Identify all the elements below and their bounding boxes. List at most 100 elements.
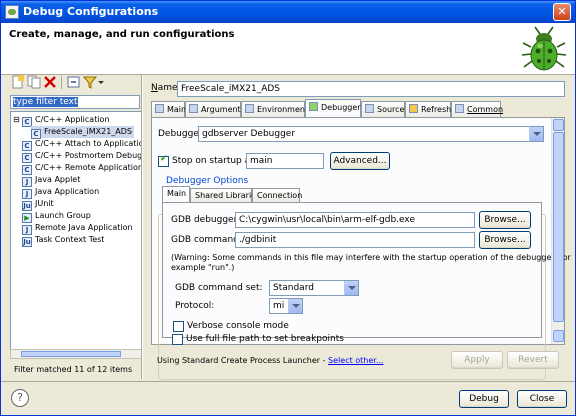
protocol-label: Protocol: <box>175 301 215 311</box>
launch-config-tree[interactable]: ⊟ C C/C++ Application C FreeScale_iMX21_ADS… <box>10 111 142 351</box>
tree-item-label: C/C++ Remote Application <box>35 163 142 172</box>
tree-item-java-application[interactable]: J Java Application <box>22 186 99 199</box>
tree-item-cpp-application[interactable]: ⊟ C C/C++ Application <box>13 114 110 127</box>
tree-item-label: Launch Group <box>35 211 91 220</box>
source-tab-icon <box>365 104 374 113</box>
filter-input[interactable]: type filter text <box>10 95 140 109</box>
debug-bug-icon <box>521 26 567 71</box>
environment-tab-icon <box>245 104 254 113</box>
config-name-input[interactable]: FreeScale_iMX21_ADS <box>177 81 565 97</box>
tree-item-label: FreeScale_iMX21_ADS <box>44 127 132 136</box>
filter-status-text: Filter matched 11 of 12 items <box>14 365 133 374</box>
stop-on-startup-checkbox[interactable] <box>158 154 169 167</box>
tree-item-junit[interactable]: Ju JUnit <box>22 198 54 211</box>
collapse-twisty-icon[interactable]: ⊟ <box>13 114 22 126</box>
select-other-link[interactable]: Select other... <box>328 356 383 365</box>
inner-tab-main[interactable]: Main <box>162 186 190 202</box>
gdb-debugger-input[interactable]: C:\cygwin\usr\local\bin\arm-elf-gdb.exe <box>235 212 475 228</box>
debugger-select[interactable]: gdbserver Debugger <box>198 126 544 142</box>
delete-icon[interactable] <box>43 75 57 89</box>
title-bar[interactable]: Debug Configurations ✕ <box>1 1 575 23</box>
tree-horizontal-scrollbar[interactable] <box>10 349 142 359</box>
tree-item-label: JUnit <box>35 199 54 208</box>
gdb-command-set-label: GDB command set: <box>175 283 263 293</box>
filter-input-text: type filter text <box>13 97 78 107</box>
tree-item-remote-java[interactable]: J Remote Java Application <box>22 222 133 235</box>
filter-icon[interactable] <box>83 75 97 89</box>
advanced-button[interactable]: Advanced... <box>330 152 390 170</box>
dropdown-icon[interactable] <box>97 75 105 89</box>
help-icon[interactable]: ? <box>11 389 29 407</box>
gdb-command-set-select[interactable]: Standard <box>269 280 359 296</box>
common-tab-icon <box>455 104 464 113</box>
duplicate-icon[interactable] <box>27 75 41 89</box>
tree-item-label: Remote Java Application <box>35 223 133 232</box>
dialog-header: Create, manage, and run configurations <box>1 23 575 75</box>
launch-config-list-panel: type filter text ⊟ C C/C++ Application C Fr… <box>5 73 142 379</box>
toolbar-separator <box>61 76 62 89</box>
scroll-down-icon[interactable] <box>553 330 564 342</box>
debugger-tab-icon <box>309 102 318 111</box>
gdb-debugger-browse-button[interactable]: Browse... <box>479 211 531 229</box>
chevron-down-icon[interactable] <box>344 281 358 295</box>
gdb-debugger-label: GDB debugger: <box>171 215 241 225</box>
verbose-console-label: Verbose console mode <box>187 321 289 331</box>
panel-splitter[interactable] <box>141 75 143 379</box>
tree-item-label: C/C++ Application <box>35 115 110 124</box>
scrollbar-thumb[interactable] <box>21 351 121 357</box>
tree-item-cpp-postmortem[interactable]: C C/C++ Postmortem Debugg <box>22 150 142 163</box>
gdb-command-file-input[interactable]: ./gdbinit <box>235 232 475 248</box>
stop-on-startup-input[interactable]: main <box>246 153 324 169</box>
tree-item-cpp-attach[interactable]: C C/C++ Attach to Applicatio <box>22 138 142 151</box>
tab-source[interactable]: Source <box>361 101 405 117</box>
tree-item-label: Java Applet <box>35 175 81 184</box>
stop-on-startup-label: Stop on startup at: <box>172 156 257 166</box>
debug-button[interactable]: Debug <box>459 390 509 408</box>
tree-item-label: C/C++ Attach to Applicatio <box>35 139 142 148</box>
full-path-breakpoints-checkbox[interactable] <box>172 334 183 345</box>
tree-item-task-context-test[interactable]: Ju Task Context Test <box>22 234 105 247</box>
scrollbar-thumb[interactable] <box>553 132 564 322</box>
tab-arguments[interactable]: Arguments <box>185 101 245 117</box>
tree-item-freescale-imx21-ads[interactable]: C FreeScale_iMX21_ADS <box>31 126 134 139</box>
debugger-options-title: Debugger Options <box>164 176 251 186</box>
revert-button[interactable]: Revert <box>507 351 559 369</box>
verbose-console-checkbox[interactable] <box>173 321 184 332</box>
launcher-info: Using Standard Create Process Launcher -… <box>157 356 384 365</box>
tree-item-label: Task Context Test <box>35 235 105 244</box>
warning-text-line1: (Warning: Some commands in this file may… <box>171 253 571 262</box>
tree-item-label: C/C++ Postmortem Debugg <box>35 151 142 160</box>
tab-main[interactable]: Main <box>151 101 186 117</box>
new-launch-config-icon[interactable] <box>11 75 25 89</box>
main-tab-icon <box>155 104 164 113</box>
collapse-all-icon[interactable] <box>67 75 81 89</box>
window-close-button[interactable]: ✕ <box>553 3 571 21</box>
inner-tab-connection[interactable]: Connection <box>252 188 302 202</box>
junit-config-type-icon: Ju <box>22 237 32 247</box>
gdb-command-file-browse-button[interactable]: Browse... <box>479 231 531 249</box>
tree-item-cpp-remote[interactable]: C C/C++ Remote Application <box>22 162 142 175</box>
inner-tab-shared-libraries[interactable]: Shared Libraries <box>190 188 260 202</box>
editor-vertical-scrollbar[interactable] <box>551 118 564 344</box>
refresh-tab-icon <box>409 104 418 113</box>
tab-common[interactable]: Common <box>451 101 503 117</box>
apply-button[interactable]: Apply <box>451 351 503 369</box>
tree-item-java-applet[interactable]: J Java Applet <box>22 174 81 187</box>
chevron-down-icon[interactable] <box>288 299 302 313</box>
window-app-icon <box>5 5 19 19</box>
dialog-header-title: Create, manage, and run configurations <box>9 29 235 40</box>
full-path-breakpoints-label: Use full file path to set breakpoints <box>186 334 344 344</box>
window-title: Debug Configurations <box>23 5 159 18</box>
close-button[interactable]: Close <box>517 390 567 408</box>
scroll-up-icon[interactable] <box>553 119 564 131</box>
debugger-tab-panel: Debugger: gdbserver Debugger Stop on sta… <box>151 117 571 380</box>
debugger-options-panel: GDB debugger: C:\cygwin\usr\local\bin\ar… <box>162 202 571 338</box>
tab-refresh[interactable]: Refresh <box>405 101 451 117</box>
protocol-select[interactable]: mi <box>269 298 303 314</box>
tab-environment[interactable]: Environment <box>241 101 308 117</box>
debug-configurations-window: Debug Configurations ✕ Create, manage, a… <box>0 0 576 416</box>
tab-debugger[interactable]: Debugger <box>305 99 361 117</box>
tree-item-launch-group[interactable]: ▶ Launch Group <box>22 210 91 223</box>
arguments-tab-icon <box>189 104 198 113</box>
chevron-down-icon[interactable] <box>529 127 543 141</box>
